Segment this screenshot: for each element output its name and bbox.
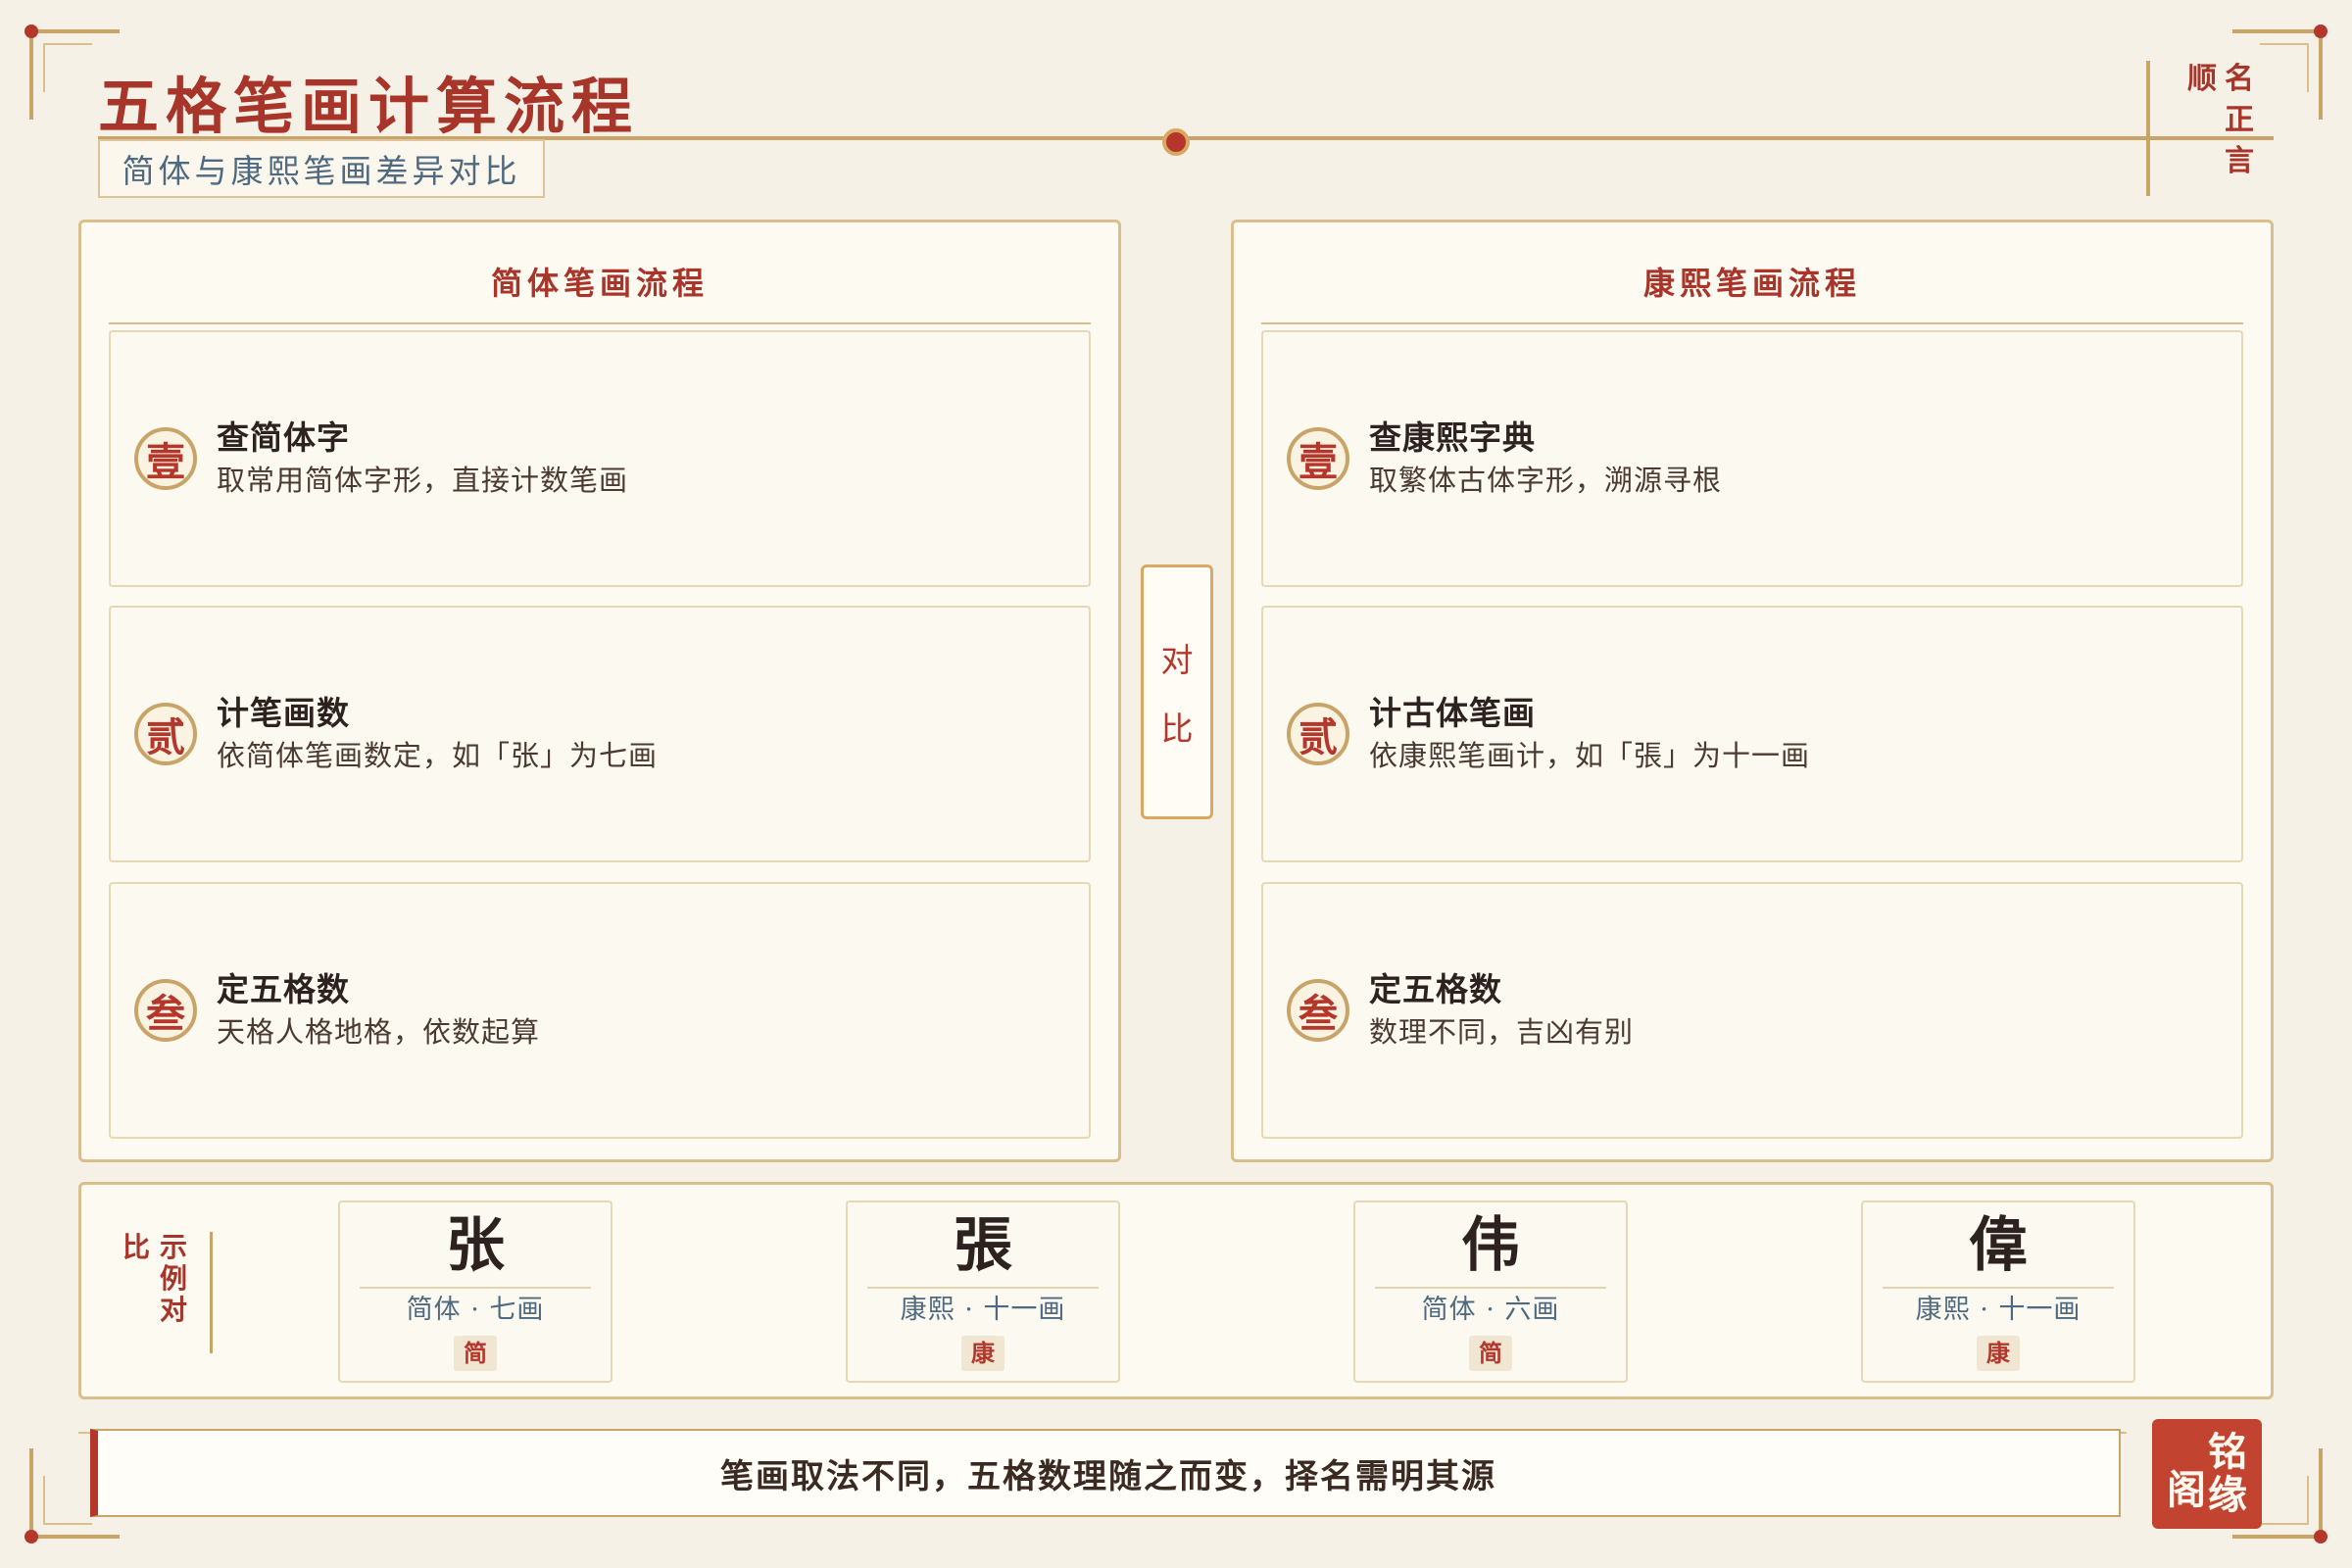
example-type-tag: 简 (454, 1336, 497, 1371)
motto-char: 顺 (2187, 62, 2217, 96)
step-description: 取常用简体字形，直接计数笔画 (217, 464, 629, 497)
step-number-badge: 壹 (1287, 427, 1349, 490)
motto-char: 名 (2225, 62, 2254, 96)
example-card: 张 简体 · 七画 简 (338, 1200, 612, 1383)
examples-label-char: 比 (122, 1231, 151, 1263)
example-stroke-info: 康熙 · 十一画 (1915, 1295, 2082, 1325)
brand-seal-char: 铭 (2208, 1429, 2247, 1475)
example-character: 張 (954, 1211, 1012, 1280)
page-subtitle: 简体与康熙笔画差异对比 (98, 139, 545, 198)
example-character: 偉 (1969, 1211, 2028, 1280)
step-description: 取繁体古体字形，溯源寻根 (1369, 464, 1723, 497)
compare-tag-char: 对 (1160, 641, 1194, 679)
simplified-flow-title: 简体笔画流程 (109, 240, 1091, 324)
step-heading: 定五格数 (217, 970, 350, 1008)
kangxi-step-3: 叁 定五格数 数理不同，吉凶有别 (1261, 882, 2243, 1139)
step-description: 依康熙笔画计，如「張」为十一画 (1369, 739, 1811, 772)
step-description: 依简体笔画数定，如「张」为七画 (217, 739, 659, 772)
kangxi-step-1: 壹 查康熙字典 取繁体古体字形，溯源寻根 (1261, 330, 2243, 587)
step-description: 数理不同，吉凶有别 (1369, 1015, 1635, 1049)
step-heading: 计古体笔画 (1369, 694, 1536, 732)
example-type-tag: 康 (1977, 1336, 2020, 1371)
header-divider-knob (1162, 128, 1190, 156)
motto-column-1: 名 正 言 (2225, 61, 2254, 196)
examples-label: 示 例 对 比 (122, 1232, 213, 1353)
examples-label-char: 示 (160, 1231, 188, 1263)
compare-tag-char: 比 (1160, 710, 1194, 748)
top-right-motto: 名 正 言 顺 (2146, 61, 2254, 196)
step-heading: 查简体字 (217, 418, 350, 457)
simplified-step-1: 壹 查简体字 取常用简体字形，直接计数笔画 (109, 330, 1091, 587)
example-divider (867, 1287, 1099, 1289)
examples-label-column-2: 比 (122, 1232, 150, 1353)
example-stroke-info: 简体 · 六画 (1421, 1295, 1560, 1325)
example-divider (1375, 1287, 1606, 1289)
example-card: 伟 简体 · 六画 简 (1353, 1200, 1628, 1383)
motto-column-2: 顺 (2187, 61, 2217, 196)
brand-seal-column-2: 阁 (2167, 1469, 2206, 1512)
brand-seal-column-1: 铭 缘 (2208, 1431, 2247, 1517)
brand-seal-char: 阁 (2167, 1467, 2206, 1513)
step-number-badge: 贰 (134, 703, 197, 765)
footer-banner: 笔画取法不同，五格数理随之而变，择名需明其源 (90, 1429, 2121, 1517)
examples-label-char: 对 (160, 1294, 188, 1326)
example-type-tag: 康 (961, 1336, 1004, 1371)
kangxi-flow-panel: 康熙笔画流程 壹 查康熙字典 取繁体古体字形，溯源寻根 贰 计古体笔画 依康熙笔… (1231, 220, 2274, 1162)
examples-strip: 示 例 对 比 张 简体 · 七画 简 張 康熙 · 十一画 康 伟 简体 · … (78, 1182, 2274, 1399)
example-card: 偉 康熙 · 十一画 康 (1861, 1200, 2135, 1383)
step-number-badge: 叁 (134, 979, 197, 1042)
simplified-flow-panel: 简体笔画流程 壹 查简体字 取常用简体字形，直接计数笔画 贰 计笔画数 依简体笔… (78, 220, 1121, 1162)
page-title: 五格笔画计算流程 (98, 71, 640, 142)
simplified-step-3: 叁 定五格数 天格人格地格，依数起算 (109, 882, 1091, 1139)
examples-label-column-1: 示 例 对 (160, 1232, 187, 1353)
example-character: 伟 (1461, 1211, 1520, 1280)
kangxi-step-2: 贰 计古体笔画 依康熙笔画计，如「張」为十一画 (1261, 606, 2243, 862)
motto-char: 正 (2225, 103, 2254, 137)
example-character: 张 (446, 1211, 505, 1280)
step-number-badge: 贰 (1287, 703, 1349, 765)
simplified-step-2: 贰 计笔画数 依简体笔画数定，如「张」为七画 (109, 606, 1091, 862)
step-heading: 定五格数 (1369, 970, 1502, 1008)
examples-label-char: 例 (160, 1262, 188, 1295)
kangxi-flow-title: 康熙笔画流程 (1261, 240, 2243, 324)
step-number-badge: 叁 (1287, 979, 1349, 1042)
example-stroke-info: 康熙 · 十一画 (900, 1295, 1066, 1325)
step-heading: 查康熙字典 (1369, 418, 1536, 457)
brand-seal: 铭 缘 阁 (2152, 1419, 2262, 1529)
brand-seal-char: 缘 (2208, 1472, 2247, 1518)
example-divider (360, 1287, 591, 1289)
step-number-badge: 壹 (134, 427, 197, 490)
compare-tag: 对 比 (1141, 564, 1213, 819)
example-card: 張 康熙 · 十一画 康 (846, 1200, 1120, 1383)
step-description: 天格人格地格，依数起算 (217, 1015, 541, 1049)
step-heading: 计笔画数 (217, 694, 350, 732)
example-divider (1883, 1287, 2114, 1289)
example-type-tag: 简 (1469, 1336, 1512, 1371)
example-stroke-info: 简体 · 七画 (406, 1295, 545, 1325)
motto-char: 言 (2225, 144, 2254, 178)
